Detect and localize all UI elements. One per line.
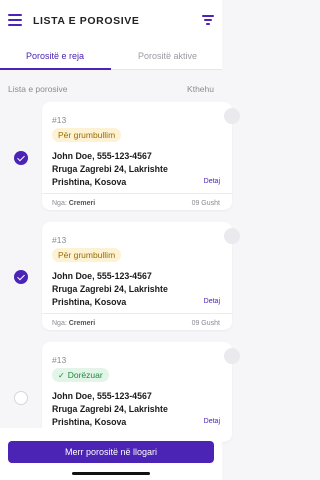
details-link[interactable]: Detaj bbox=[204, 298, 220, 305]
customer-contact: John Doe, 555-123-4567 bbox=[52, 151, 152, 161]
tab-bar: Porositë e reja Porositë aktive bbox=[0, 44, 222, 70]
card-action-button[interactable] bbox=[224, 108, 240, 124]
order-card[interactable]: #13 Për grumbullim John Doe, 555-123-456… bbox=[42, 222, 240, 330]
order-card[interactable]: #13 ✓ Dorëzuar John Doe, 555-123-4567 Rru… bbox=[42, 342, 240, 442]
from-label: Nga: bbox=[52, 200, 67, 207]
address-city: Prishtina, Kosova bbox=[52, 177, 127, 187]
order-number: #13 bbox=[52, 115, 67, 125]
accept-orders-button[interactable]: Merr porositë në llogari bbox=[8, 441, 214, 463]
filter-icon[interactable] bbox=[202, 15, 214, 25]
tab-active-orders[interactable]: Porositë aktive bbox=[138, 51, 197, 61]
status-label: Dorëzuar bbox=[67, 370, 103, 380]
details-link[interactable]: Detaj bbox=[204, 178, 220, 185]
card-divider bbox=[42, 313, 232, 314]
order-source: Nga: Cremeri bbox=[52, 200, 95, 207]
order-select-checkbox[interactable] bbox=[14, 151, 28, 165]
list-title: Lista e porosive bbox=[8, 84, 68, 94]
from-name: Cremeri bbox=[68, 320, 96, 327]
order-date: 09 Gusht bbox=[191, 320, 220, 327]
tab-new-orders[interactable]: Porositë e reja bbox=[26, 51, 84, 61]
address-street: Rruga Zagrebi 24, Lakrishte bbox=[52, 164, 168, 174]
address-street: Rruga Zagrebi 24, Lakrishte bbox=[52, 284, 168, 294]
address-city: Prishtina, Kosova bbox=[52, 417, 127, 427]
home-indicator bbox=[72, 472, 150, 475]
order-number: #13 bbox=[52, 355, 67, 365]
order-number: #13 bbox=[52, 235, 67, 245]
status-badge: ✓ Dorëzuar bbox=[52, 368, 109, 382]
hamburger-menu-icon[interactable] bbox=[8, 14, 22, 26]
details-link[interactable]: Detaj bbox=[204, 418, 220, 425]
app-header: LISTA E POROSIVE bbox=[0, 0, 222, 44]
check-icon: ✓ bbox=[58, 371, 65, 380]
customer-contact: John Doe, 555-123-4567 bbox=[52, 391, 152, 401]
order-select-checkbox[interactable] bbox=[14, 391, 28, 405]
customer-contact: John Doe, 555-123-4567 bbox=[52, 271, 152, 281]
order-source: Nga: Cremeri bbox=[52, 320, 95, 327]
card-action-button[interactable] bbox=[224, 228, 240, 244]
back-link[interactable]: Kthehu bbox=[187, 84, 214, 94]
order-date: 09 Gusht bbox=[191, 200, 220, 207]
order-card[interactable]: #13 Për grumbullim John Doe, 555-123-456… bbox=[42, 102, 240, 210]
card-divider bbox=[42, 193, 232, 194]
from-label: Nga: bbox=[52, 320, 67, 327]
status-badge: Për grumbullim bbox=[52, 248, 122, 262]
bottom-action-bar: Merr porositë në llogari bbox=[0, 428, 222, 480]
page-title: LISTA E POROSIVE bbox=[33, 15, 140, 27]
order-select-checkbox[interactable] bbox=[14, 270, 28, 284]
status-badge: Për grumbullim bbox=[52, 128, 122, 142]
from-name: Cremeri bbox=[68, 200, 96, 207]
address-street: Rruga Zagrebi 24, Lakrishte bbox=[52, 404, 168, 414]
address-city: Prishtina, Kosova bbox=[52, 297, 127, 307]
card-action-button[interactable] bbox=[224, 348, 240, 364]
active-tab-indicator bbox=[0, 68, 111, 70]
